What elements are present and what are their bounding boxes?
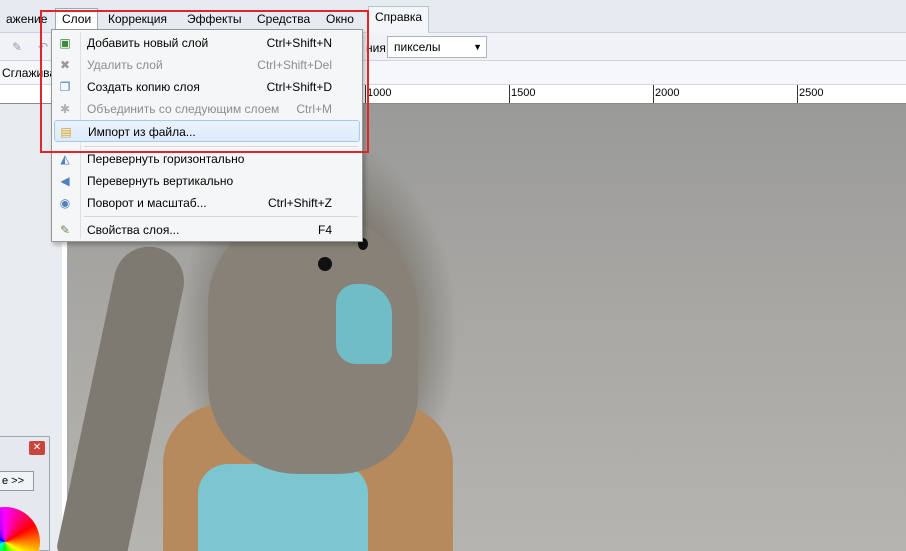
menu-item-layer-properties[interactable]: ✎ Свойства слоя... F4 — [54, 219, 360, 241]
layers-menu: ▣ Добавить новый слой Ctrl+Shift+N ✖ Уда… — [51, 29, 363, 242]
units-select[interactable]: пикселы ▼ — [387, 36, 487, 58]
ruler-label: 2000 — [655, 87, 680, 99]
flip-vertical-icon: ◀ — [60, 174, 70, 188]
close-icon[interactable]: ✕ — [29, 441, 45, 455]
chevron-down-icon: ▼ — [473, 42, 482, 52]
toolbar-tool-icon[interactable]: ✎ — [10, 40, 24, 54]
menu-image[interactable]: ажение — [0, 9, 53, 29]
menu-item-duplicate-layer[interactable]: ❐ Создать копию слоя Ctrl+Shift+D — [54, 76, 360, 98]
antialias-label[interactable]: Сглажива — [2, 66, 56, 80]
menu-item-delete-layer[interactable]: ✖ Удалить слой Ctrl+Shift+Del — [54, 54, 360, 76]
menu-item-add-layer[interactable]: ▣ Добавить новый слой Ctrl+Shift+N — [54, 32, 360, 54]
menu-adjustments[interactable]: Коррекция — [102, 9, 173, 29]
delete-layer-icon: ✖ — [59, 58, 71, 72]
menu-item-rotate-zoom[interactable]: ◉ Поворот и масштаб... Ctrl+Shift+Z — [54, 192, 360, 214]
flip-horizontal-icon: ◭ — [60, 152, 70, 166]
menu-item-import-from-file[interactable]: ▤ Импорт из файла... — [54, 120, 360, 142]
menu-window[interactable]: Окно — [320, 9, 360, 29]
duplicate-layer-icon: ❐ — [59, 80, 71, 94]
import-file-icon: ▤ — [60, 125, 72, 139]
ruler-label: 1500 — [511, 87, 536, 99]
menu-item-flip-vertical[interactable]: ◀ Перевернуть вертикально — [54, 170, 360, 192]
units-label: ния: — [366, 41, 390, 55]
more-colors-button[interactable]: е >> — [0, 471, 34, 491]
ruler-label: 1000 — [367, 87, 392, 99]
colors-palette-window: ✕ е >> — [0, 436, 50, 551]
toolbar-undo-icon[interactable]: ↶ — [36, 40, 50, 54]
menu-effects[interactable]: Эффекты — [181, 9, 248, 29]
color-wheel[interactable] — [0, 507, 40, 551]
layer-properties-icon: ✎ — [59, 223, 71, 237]
ruler-label: 2500 — [799, 87, 824, 99]
menu-tools[interactable]: Средства — [251, 9, 316, 29]
menu-item-flip-horizontal[interactable]: ◭ Перевернуть горизонтально — [54, 148, 360, 170]
units-value: пикселы — [394, 40, 441, 54]
rotate-zoom-icon: ◉ — [59, 196, 71, 210]
merge-layer-icon: ✱ — [59, 102, 71, 116]
menu-help[interactable]: Справка — [368, 6, 430, 33]
menu-item-merge-layer[interactable]: ✱ Объединить со следующим слоем Ctrl+M — [54, 98, 360, 120]
add-layer-icon: ▣ — [59, 36, 71, 50]
